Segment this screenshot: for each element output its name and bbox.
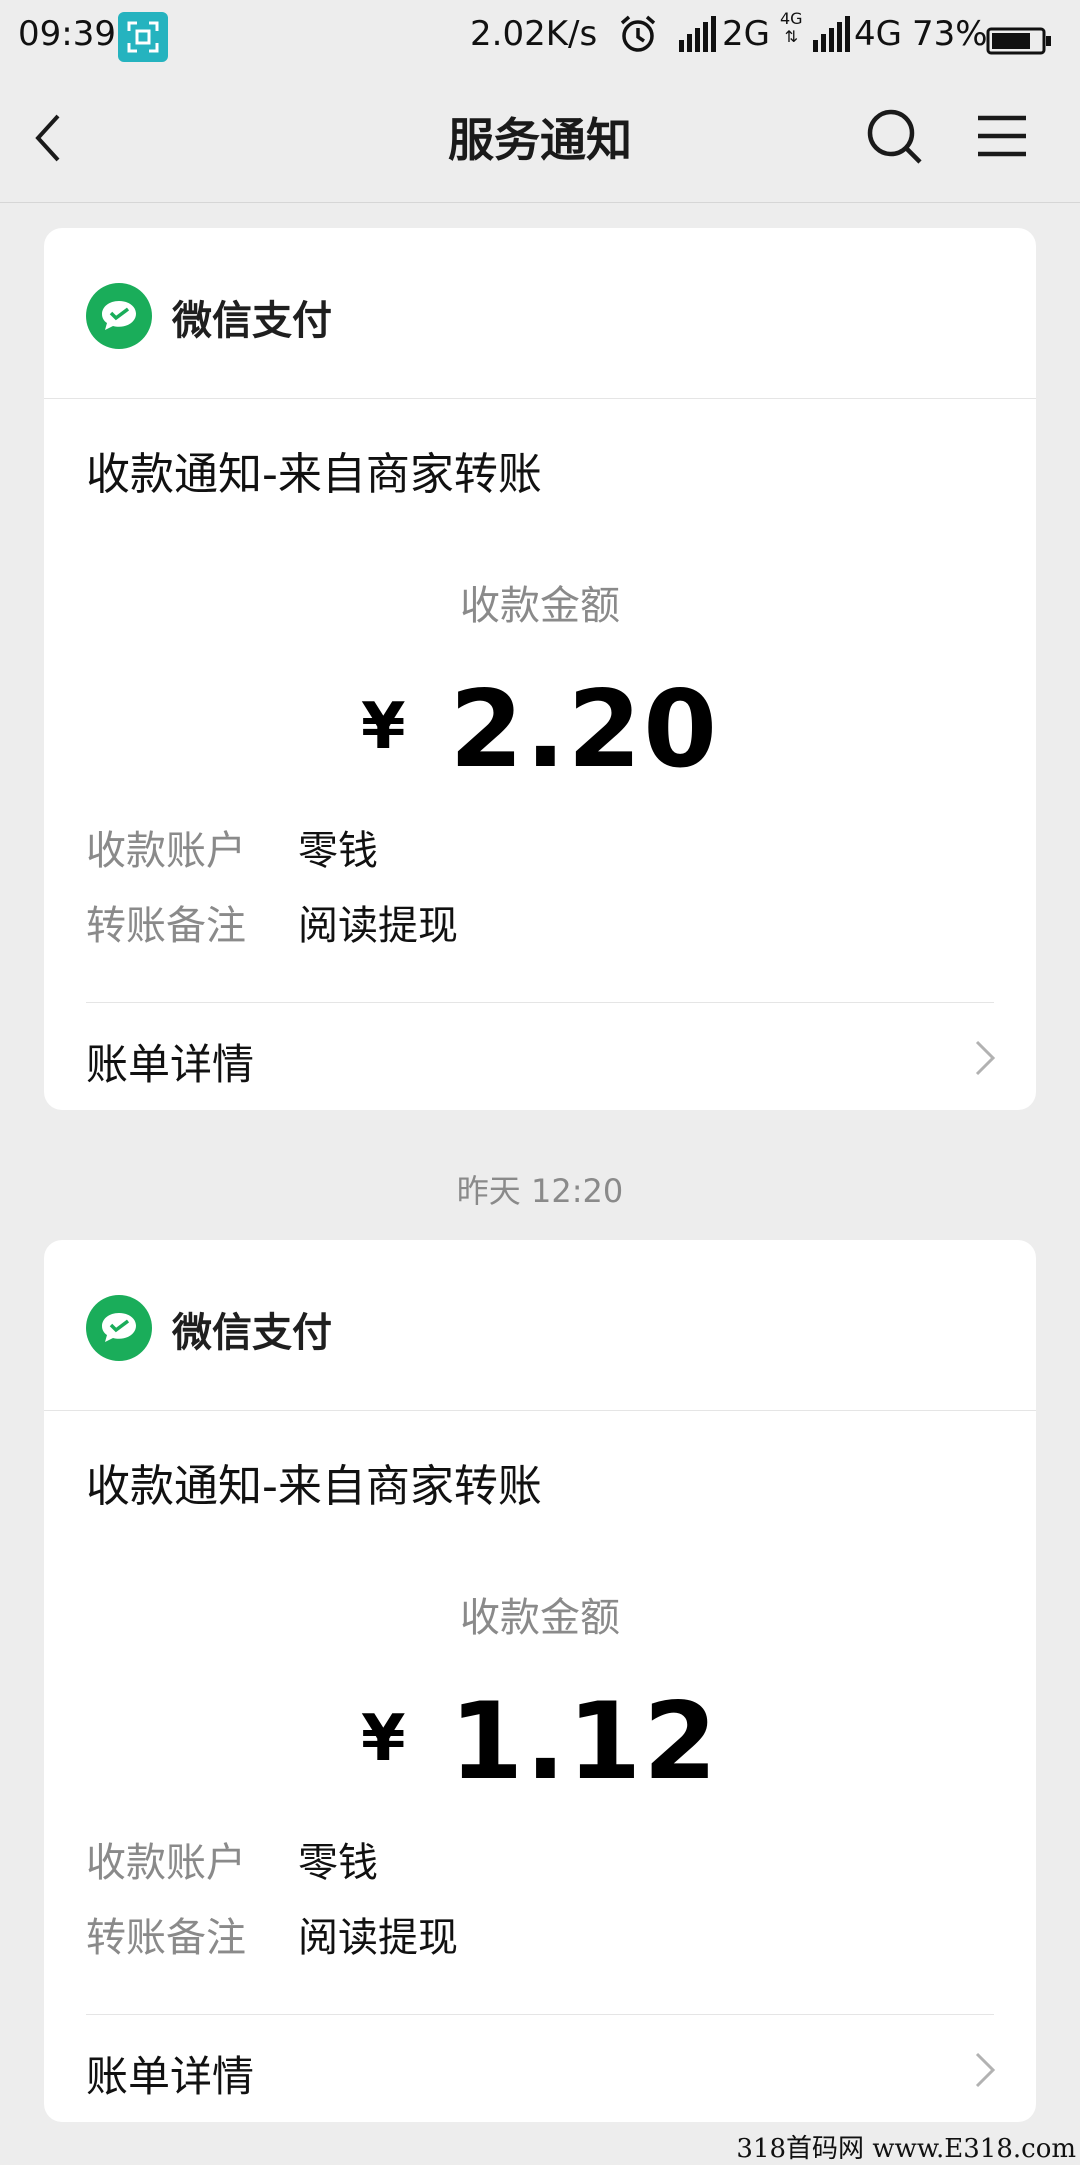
menu-button[interactable] — [976, 112, 1032, 164]
data-arrows-icon: ⇅ — [784, 27, 798, 46]
chevron-right-icon — [975, 2052, 996, 2088]
search-button[interactable] — [866, 108, 926, 168]
notification-title: 收款通知-来自商家转账 — [86, 449, 542, 500]
amount-value: 1.12 — [449, 1680, 720, 1803]
notification-card: 微信支付 收款通知-来自商家转账 收款金额 ¥1.12 收款账户 零钱 转账备注 阅… — [44, 1240, 1036, 2122]
currency-symbol: ¥ — [360, 1702, 406, 1776]
sender-name: 微信支付 — [172, 1310, 332, 1356]
sender-name: 微信支付 — [172, 298, 332, 344]
status-bar: 09:39 2.02K/s 2G 4G ⇅ 4G 73% — [0, 0, 1080, 72]
remark-row: 转账备注 阅读提现 — [86, 893, 458, 951]
account-key: 收款账户 — [86, 828, 246, 874]
nav-bar: 服务通知 — [0, 72, 1080, 203]
bill-details-link[interactable]: 账单详情 — [44, 2015, 1036, 2123]
chevron-right-icon — [975, 1040, 996, 1076]
amount-value: 2.20 — [449, 668, 720, 791]
status-time: 09:39 — [18, 14, 116, 54]
account-key: 收款账户 — [86, 1840, 246, 1886]
account-row: 收款账户 零钱 — [86, 818, 378, 876]
alarm-icon — [618, 14, 658, 63]
network-type-2: 4G — [854, 14, 902, 54]
network-small-top: 4G — [780, 9, 803, 28]
remark-key: 转账备注 — [86, 903, 246, 949]
watermark: 318首码网 www.E318.com — [736, 2134, 1076, 2164]
amount-label: 收款金额 — [460, 583, 620, 629]
card-header: 微信支付 — [44, 1240, 1036, 1411]
message-timestamp: 昨天 12:20 — [456, 1172, 624, 1210]
notification-title: 收款通知-来自商家转账 — [86, 1461, 542, 1512]
amount: ¥2.20 — [44, 668, 1036, 791]
search-icon — [867, 109, 922, 164]
battery-percent: 73% — [912, 14, 988, 54]
card-header: 微信支付 — [44, 228, 1036, 399]
account-value: 零钱 — [298, 828, 378, 874]
signal-icon — [678, 16, 718, 61]
network-type-1: 2G — [722, 14, 770, 54]
bill-details-label: 账单详情 — [86, 2052, 255, 2101]
currency-symbol: ¥ — [360, 690, 406, 764]
amount-label: 收款金额 — [460, 1595, 620, 1641]
network-speed: 2.02K/s — [470, 14, 598, 54]
remark-value: 阅读提现 — [298, 1915, 458, 1961]
remark-key: 转账备注 — [86, 1915, 246, 1961]
bill-details-label: 账单详情 — [86, 1040, 255, 1089]
wechat-pay-logo-icon — [86, 1295, 152, 1361]
remark-row: 转账备注 阅读提现 — [86, 1905, 458, 1963]
network-small: 4G ⇅ — [780, 10, 803, 46]
notification-card: 微信支付 收款通知-来自商家转账 收款金额 ¥2.20 收款账户 零钱 转账备注 阅… — [44, 228, 1036, 1110]
remark-value: 阅读提现 — [298, 903, 458, 949]
battery-icon — [986, 24, 1052, 64]
amount: ¥1.12 — [44, 1680, 1036, 1803]
bill-details-link[interactable]: 账单详情 — [44, 1003, 1036, 1111]
account-value: 零钱 — [298, 1840, 378, 1886]
account-row: 收款账户 零钱 — [86, 1830, 378, 1888]
hamburger-menu-icon — [978, 115, 1026, 157]
signal-icon-2 — [812, 16, 852, 61]
wechat-pay-logo-icon — [86, 283, 152, 349]
screenshot-icon — [118, 12, 168, 62]
